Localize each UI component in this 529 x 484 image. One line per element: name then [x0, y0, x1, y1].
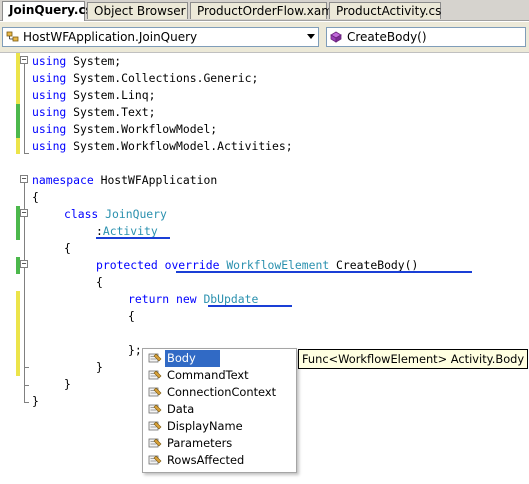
property-icon: [148, 404, 162, 414]
method-icon: [330, 31, 342, 43]
member-dropdown[interactable]: CreateBody(): [326, 27, 526, 47]
property-icon: [148, 455, 162, 465]
code-line: using System.Text;: [32, 105, 156, 119]
document-tab-strip: JoinQuery.cs* Object Browser ProductOrde…: [0, 0, 529, 21]
code-line: class JoinQuery: [64, 207, 167, 221]
navigation-bar: HostWFApplication.JoinQuery CreateBody(): [0, 22, 529, 53]
type-dropdown[interactable]: HostWFApplication.JoinQuery: [2, 27, 319, 47]
code-line: using System.Collections.Generic;: [32, 71, 259, 85]
highlight-underline: [96, 237, 170, 239]
property-icon: [148, 438, 162, 448]
member-dropdown-label: CreateBody(): [347, 30, 427, 44]
tab-productactivity[interactable]: ProductActivity.cs: [329, 2, 441, 19]
property-icon: [148, 370, 162, 380]
type-dropdown-label: HostWFApplication.JoinQuery: [23, 30, 198, 44]
class-icon: [6, 31, 19, 42]
code-line: {: [64, 241, 71, 255]
highlight-underline: [176, 271, 472, 273]
highlight-underline: [208, 305, 292, 307]
tab-object-browser[interactable]: Object Browser: [87, 2, 188, 19]
intellisense-item[interactable]: CommandText: [145, 367, 293, 384]
tab-productorderflow[interactable]: ProductOrderFlow.xaml: [190, 2, 336, 19]
outline-line: [24, 402, 29, 403]
code-line: {: [96, 275, 103, 289]
code-line: };: [128, 343, 142, 357]
tab-joinquery[interactable]: JoinQuery.cs*: [2, 1, 99, 21]
code-line: }: [64, 377, 71, 391]
property-icon: [148, 387, 162, 397]
code-line: using System;: [32, 54, 122, 68]
code-line: {: [32, 190, 39, 204]
intellisense-item[interactable]: RowsAffected: [145, 452, 293, 469]
intellisense-item[interactable]: ConnectionContext: [145, 384, 293, 401]
property-icon: [148, 353, 162, 363]
code-line: using System.Linq;: [32, 88, 156, 102]
code-line: }: [96, 360, 103, 374]
code-text: using System; using System.Collections.G…: [0, 53, 418, 408]
intellisense-item[interactable]: DisplayName: [145, 418, 293, 435]
property-icon: [148, 421, 162, 431]
code-line: }: [32, 394, 39, 408]
outline-line: [24, 385, 29, 386]
intellisense-item[interactable]: Body: [145, 350, 293, 367]
quick-info-tooltip: Func<WorkflowElement> Activity.Body: [298, 349, 529, 369]
code-line: using System.WorkflowModel;: [32, 122, 218, 136]
code-line: namespace HostWFApplication: [32, 173, 218, 187]
outline-line: [24, 367, 29, 368]
code-line: {: [128, 309, 135, 323]
code-line: using System.WorkflowModel.Activities;: [32, 139, 293, 153]
chevron-down-icon: [307, 34, 315, 39]
intellisense-list[interactable]: Body CommandText ConnectionContext Data …: [142, 348, 297, 473]
intellisense-item[interactable]: Parameters: [145, 435, 293, 452]
intellisense-item[interactable]: Data: [145, 401, 293, 418]
